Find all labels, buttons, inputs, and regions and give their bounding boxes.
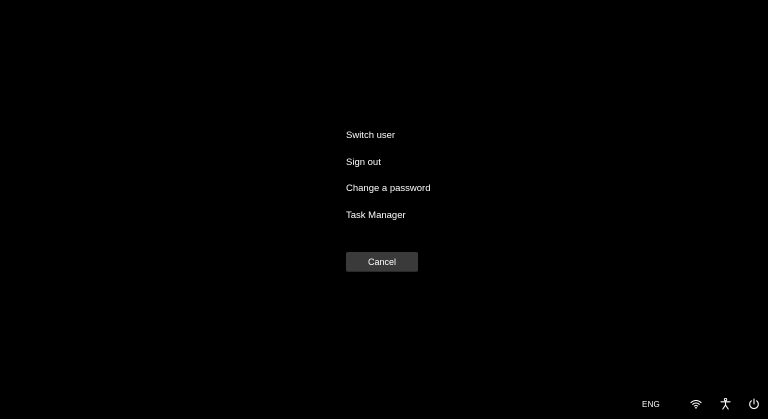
security-options-menu: Switch user Sign out Change a password T… [346, 126, 506, 232]
task-manager-option[interactable]: Task Manager [346, 206, 506, 226]
system-tray: ENG [618, 389, 768, 419]
security-options-screen: Switch user Sign out Change a password T… [0, 0, 768, 419]
wifi-icon[interactable] [684, 389, 708, 419]
power-icon[interactable] [742, 389, 766, 419]
language-indicator[interactable]: ENG [636, 389, 666, 419]
cancel-button[interactable]: Cancel [346, 252, 418, 272]
sign-out-option[interactable]: Sign out [346, 153, 506, 173]
accessibility-icon[interactable] [713, 389, 737, 419]
switch-user-option[interactable]: Switch user [346, 126, 506, 146]
change-password-option[interactable]: Change a password [346, 179, 506, 199]
